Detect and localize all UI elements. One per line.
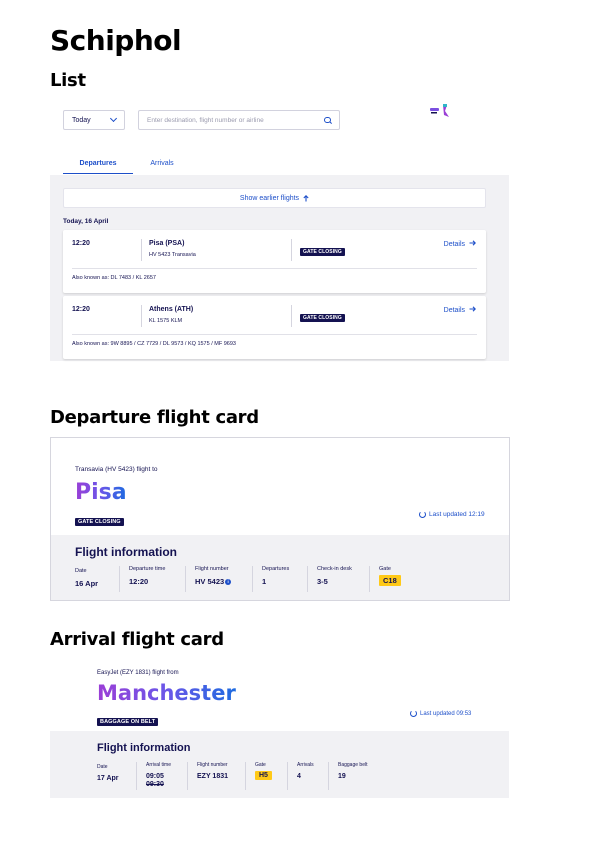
search-input[interactable]: Enter destination, flight number or airl… [138, 110, 340, 130]
search-placeholder: Enter destination, flight number or airl… [147, 116, 264, 124]
info-date: Date 16 Apr [75, 568, 99, 588]
date-dropdown[interactable]: Today [63, 110, 125, 130]
arrow-right-icon [469, 306, 476, 312]
departure-card-header: Transavia (HV 5423) flight to Pisa GATE … [51, 438, 509, 535]
tab-arrivals[interactable]: Arrivals [136, 155, 188, 174]
destination-title: Pisa [75, 480, 127, 505]
section-heading-departure: Departure flight card [50, 407, 259, 428]
flight-intro: Transavia (HV 5423) flight to [75, 466, 158, 473]
section-heading-arrival: Arrival flight card [50, 629, 224, 650]
origin-title: Manchester [97, 681, 236, 705]
departure-flight-card: Transavia (HV 5423) flight to Pisa GATE … [50, 437, 510, 601]
arrow-right-icon [469, 240, 476, 246]
divider [291, 239, 292, 261]
details-link[interactable]: Details [444, 240, 476, 248]
status-badge: GATE CLOSING [300, 248, 345, 256]
last-updated: Last updated 09:53 [410, 710, 471, 717]
flight-information-panel: Flight information Date 16 Apr Departure… [51, 535, 509, 600]
show-earlier-label: Show earlier flights [239, 194, 300, 202]
gate-badge: C18 [379, 575, 401, 586]
info-gate: Gate H5 [245, 762, 272, 790]
last-updated-text: Last updated 09:53 [420, 710, 472, 717]
refresh-icon [419, 511, 426, 518]
flight-tabs: Departures Arrivals [50, 155, 509, 175]
details-label: Details [443, 241, 466, 248]
divider [141, 305, 142, 327]
divider [72, 268, 477, 269]
gate-badge: H5 [255, 771, 272, 780]
flight-information-title: Flight information [97, 742, 191, 754]
date-dropdown-value: Today [72, 116, 91, 124]
list-item[interactable]: 12:20 Pisa (PSA) HV 5423 Transavia GATE … [63, 230, 486, 293]
info-checkin-desk: Check-in desk 3-5 [307, 566, 352, 592]
travel-illustration-icon [430, 104, 449, 117]
status-badge: GATE CLOSING [300, 314, 345, 322]
arrow-up-icon [303, 194, 309, 201]
search-icon[interactable] [324, 116, 331, 124]
info-departures: Departures 1 [252, 566, 289, 592]
info-gate: Gate C18 [369, 566, 401, 592]
flight-destination: Pisa (PSA) [149, 240, 185, 247]
info-departure-time: Departure time 12:20 [119, 566, 165, 592]
refresh-icon [410, 710, 417, 717]
original-time: 09:30 [146, 781, 164, 788]
flight-time: 12:20 [72, 306, 90, 313]
details-link[interactable]: Details [444, 306, 476, 314]
section-heading-list: List [50, 70, 86, 91]
flight-information-title: Flight information [75, 545, 177, 559]
list-item[interactable]: 12:20 Athens (ATH) KL 1575 KLM GATE CLOS… [63, 296, 486, 359]
info-arrivals: Arrivals 4 [287, 762, 314, 790]
info-flight-number: Flight number EZY 1831 [187, 762, 228, 790]
tab-departures[interactable]: Departures [63, 155, 133, 174]
flight-time: 12:20 [72, 240, 90, 247]
flight-intro: EasyJet (EZY 1831) flight from [97, 670, 179, 676]
status-badge: GATE CLOSING [75, 518, 124, 526]
show-earlier-flights-button[interactable]: Show earlier flights [63, 188, 486, 208]
flight-number-airline: HV 5423 Transavia [149, 252, 196, 258]
info-baggage-belt: Baggage belt 19 [328, 762, 367, 790]
details-label: Details [443, 307, 466, 314]
flight-destination: Athens (ATH) [149, 306, 194, 313]
info-icon[interactable]: i [225, 579, 232, 585]
page-title: Schiphol [50, 24, 182, 57]
codeshare-text: Also known as: DL 7483 / KL 2657 [72, 275, 156, 281]
last-updated: Last updated 12:19 [419, 511, 485, 518]
day-label: Today, 16 April [63, 218, 109, 225]
divider [72, 334, 477, 335]
codeshare-text: Also known as: 9W 8895 / CZ 7729 / DL 95… [72, 341, 236, 347]
chevron-down-icon [109, 114, 118, 123]
status-badge: BAGGAGE ON BELT [97, 718, 159, 726]
flight-information-panel: Flight information Date 17 Apr Arrival t… [50, 731, 509, 798]
info-flight-number: Flight number HV 5423 i [185, 566, 232, 592]
divider [141, 239, 142, 261]
last-updated-text: Last updated 12:19 [429, 511, 485, 518]
info-date: Date 17 Apr [97, 764, 119, 782]
flight-number-airline: KL 1575 KLM [149, 318, 183, 324]
divider [291, 305, 292, 327]
info-arrival-time: Arrival time 09:05 09:30 [136, 762, 171, 790]
